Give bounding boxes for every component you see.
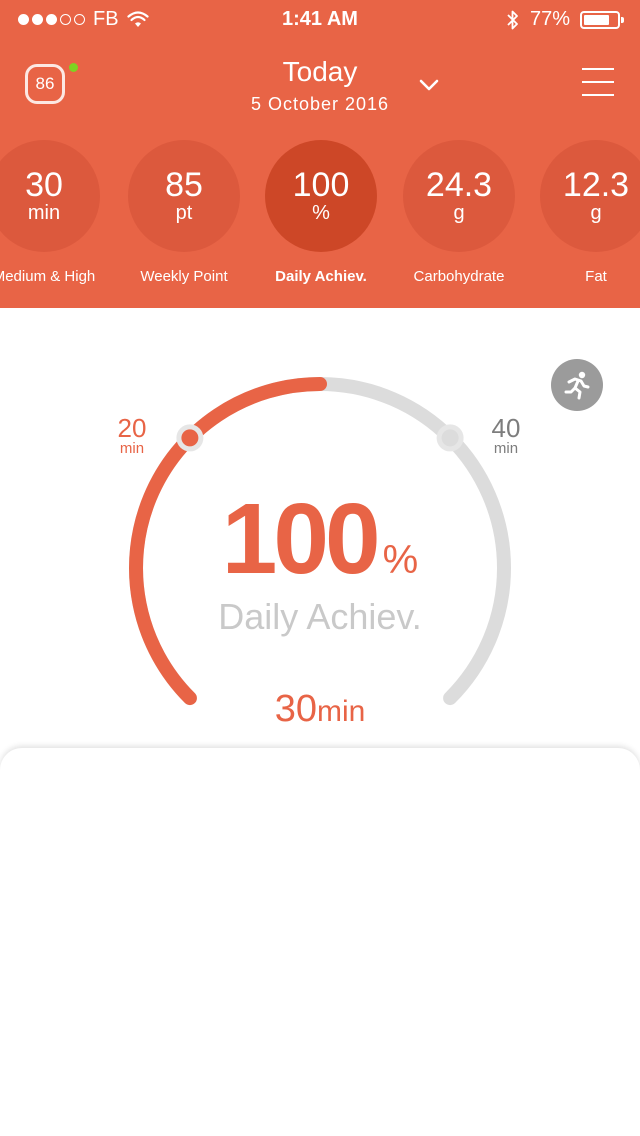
gauge-max-value: 40 (491, 413, 521, 443)
metrics-carousel[interactable]: 30 min Medium & High 85 pt Weekly Point … (0, 140, 640, 290)
status-right: 77% (506, 8, 624, 31)
metric-circle: 24.3 g (403, 140, 515, 252)
gauge-caption: Daily Achiev. (218, 596, 422, 637)
metric-circle: 12.3 g (540, 140, 640, 252)
app-screen: FB 1:41 AM 77% 86 Today 5 October 2016 3… (0, 0, 640, 1136)
page-title[interactable]: Today (0, 56, 640, 88)
menu-line (582, 68, 614, 70)
gauge-percent-unit: % (382, 538, 419, 582)
metric-unit: % (312, 202, 330, 224)
gauge-min-value: 20 (117, 413, 147, 443)
menu-icon[interactable] (582, 68, 614, 100)
metric-unit: min (27, 202, 61, 224)
metric-value: 24.3 (425, 166, 493, 204)
metric-weekly-point[interactable]: 85 pt Weekly Point (114, 140, 254, 290)
metric-value: 30 (25, 166, 63, 204)
run-mode-button[interactable] (551, 359, 603, 411)
metric-fat[interactable]: 12.3 g Fat (526, 140, 640, 290)
metric-unit: g (453, 202, 465, 224)
running-icon (564, 371, 590, 400)
battery-icon (580, 10, 624, 29)
metric-circle: 30 min (0, 140, 100, 252)
metric-medium-high[interactable]: 30 min Medium & High (0, 140, 114, 290)
chevron-down-icon[interactable] (418, 74, 440, 96)
gauge-minutes-unit: min (316, 695, 366, 728)
bluetooth-icon (507, 10, 518, 29)
gauge-min-knob[interactable] (176, 424, 204, 452)
metric-label: Medium & High (0, 268, 96, 285)
header: FB 1:41 AM 77% 86 Today 5 October 2016 3… (0, 0, 640, 308)
metric-daily-achiev[interactable]: 100 % Daily Achiev. (251, 140, 391, 290)
metric-value: 12.3 (562, 166, 630, 204)
menu-line (582, 94, 614, 96)
gauge-max-unit: min (493, 440, 519, 457)
menu-line (582, 81, 614, 83)
metric-value: 85 (165, 166, 203, 204)
metric-label: Weekly Point (140, 268, 228, 285)
gauge-max-label: 40 min (476, 415, 536, 457)
metric-label: Carbohydrate (413, 268, 505, 285)
battery-percent: 77% (529, 8, 570, 30)
metric-circle: 100 % (265, 140, 377, 252)
page-date[interactable]: 5 October 2016 (0, 94, 640, 115)
battery-fill (584, 14, 609, 25)
status-bar: FB 1:41 AM 77% (0, 0, 640, 40)
metric-value: 100 (292, 166, 350, 204)
gauge-min-label: 20 min (102, 415, 162, 457)
metric-label: Fat (585, 268, 607, 285)
metric-circle: 85 pt (128, 140, 240, 252)
bottom-card[interactable] (0, 748, 640, 1136)
gauge-min-unit: min (119, 440, 145, 457)
metric-unit: g (590, 202, 602, 224)
gauge-max-knob[interactable] (436, 424, 464, 452)
gauge-minutes: 30min (0, 688, 640, 731)
gauge-minutes-value: 30 (274, 688, 317, 730)
gauge-percent-value: 100 (221, 483, 381, 595)
metric-label: Daily Achiev. (275, 268, 367, 285)
metric-unit: pt (175, 202, 193, 224)
metric-carbohydrate[interactable]: 24.3 g Carbohydrate (389, 140, 529, 290)
gauge-value: 100% (0, 482, 640, 597)
